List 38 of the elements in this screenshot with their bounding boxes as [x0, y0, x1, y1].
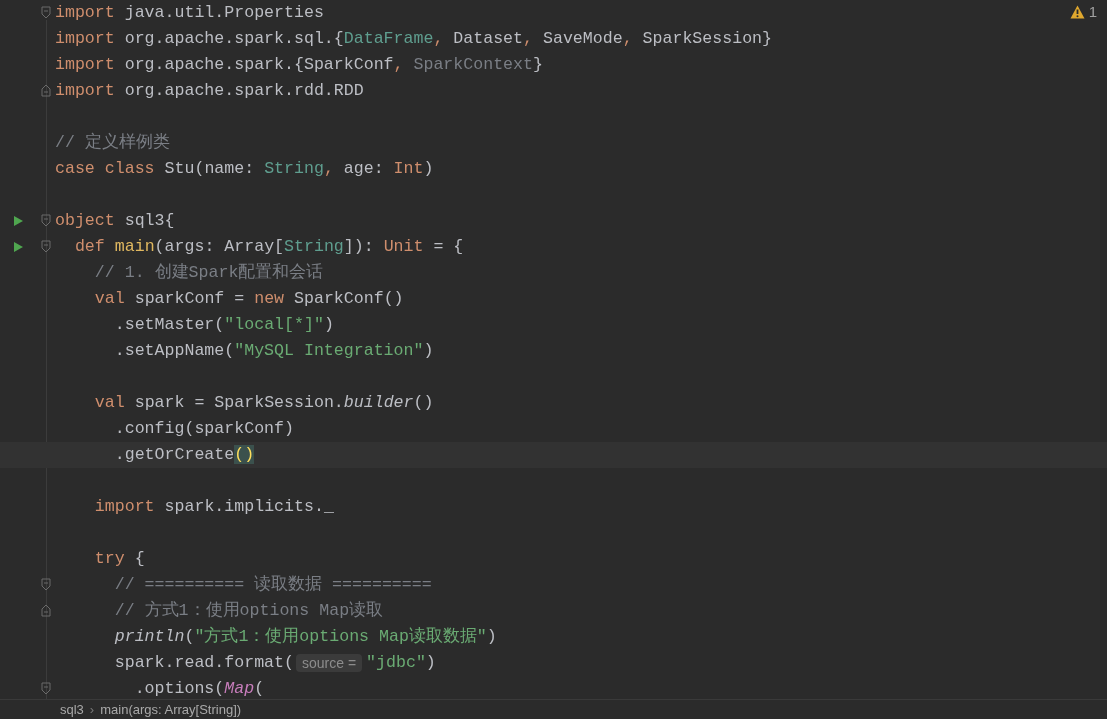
code-line: case class Stu(name: String, age: Int) [55, 158, 434, 180]
breadcrumb-separator: › [89, 702, 95, 717]
run-icon[interactable] [13, 215, 24, 227]
code-line: .options(Map( [133, 678, 265, 700]
fold-icon[interactable] [41, 578, 51, 591]
run-icon[interactable] [13, 241, 24, 253]
breadcrumb-item[interactable]: main(args: Array[String]) [100, 702, 242, 717]
code-line: .getOrCreate() [113, 444, 255, 466]
warning-count: 1 [1088, 3, 1097, 20]
code-line: val spark = SparkSession.builder() [93, 392, 434, 414]
fold-icon[interactable] [41, 604, 51, 617]
code-line: // 方式1：使用options Map读取 [113, 600, 384, 622]
code-line: try { [93, 548, 145, 570]
code-line: println("方式1：使用options Map读取数据") [113, 626, 497, 648]
code-line: .config(sparkConf) [113, 418, 294, 440]
warning-icon[interactable] [1069, 4, 1085, 19]
fold-icon[interactable] [41, 682, 51, 695]
fold-icon[interactable] [41, 6, 51, 19]
fold-icon[interactable] [41, 240, 51, 253]
code-line: import java.util.Properties [55, 2, 324, 24]
code-line: .setMaster("local[*]") [113, 314, 334, 336]
code-line: // 1. 创建Spark配置和会话 [93, 262, 324, 284]
code-line: // ========== 读取数据 ========== [113, 574, 432, 596]
code-line: spark.read.format( [113, 652, 294, 674]
code-line: import org.apache.spark.{SparkConf, SparkContext} [55, 54, 543, 76]
fold-icon[interactable] [41, 84, 51, 97]
code-line: // 定义样例类 [55, 131, 170, 154]
code-line: .setAppName("MySQL Integration") [113, 340, 434, 362]
code-line: object sql3{ [55, 210, 175, 232]
code-line: import org.apache.spark.sql.{DataFrame, Dataset, SaveMode, SparkSession} [55, 28, 772, 50]
code-line: import org.apache.spark.rdd.RDD [55, 80, 364, 102]
parameter-hint: source = [296, 654, 363, 672]
code-line: "jdbc") [366, 652, 436, 674]
fold-icon[interactable] [41, 214, 51, 227]
breadcrumb-item[interactable]: sql3 [60, 702, 84, 717]
code-line: val sparkConf = new SparkConf() [93, 288, 404, 310]
code-line: def main(args: Array[String]): Unit = { [73, 236, 464, 258]
code-line: import spark.implicits._ [93, 496, 334, 518]
